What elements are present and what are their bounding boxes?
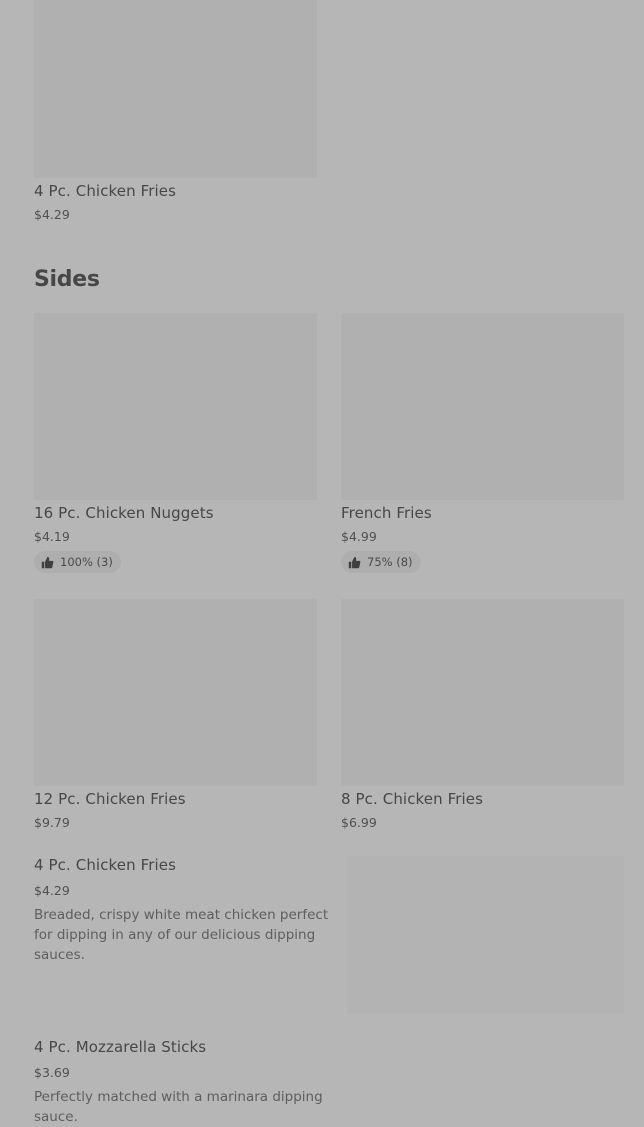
item-image[interactable] bbox=[341, 313, 624, 500]
item-price: $4.99 bbox=[341, 529, 377, 544]
item-description: Perfectly matched with a marinara dippin… bbox=[34, 1089, 323, 1125]
section-heading-sides: Sides bbox=[34, 267, 100, 292]
item-image[interactable] bbox=[34, 599, 317, 786]
item-name[interactable]: 4 Pc. Chicken Fries bbox=[34, 182, 176, 200]
rating-text: 100% (3) bbox=[60, 555, 113, 569]
thumbs-up-icon bbox=[41, 556, 54, 568]
item-name[interactable]: 8 Pc. Chicken Fries bbox=[341, 790, 483, 808]
item-price: $4.19 bbox=[34, 529, 70, 544]
rating-badge: 75% (8) bbox=[341, 551, 421, 573]
item-price: $9.79 bbox=[34, 815, 70, 830]
item-name[interactable]: French Fries bbox=[341, 504, 432, 522]
item-name[interactable]: 4 Pc. Mozzarella Sticks bbox=[34, 1038, 206, 1056]
item-image[interactable] bbox=[34, 313, 317, 500]
item-image[interactable] bbox=[347, 856, 624, 1014]
rating-badge: 100% (3) bbox=[34, 551, 121, 573]
item-name[interactable]: 16 Pc. Chicken Nuggets bbox=[34, 504, 214, 522]
item-price: $4.29 bbox=[34, 207, 70, 222]
item-description: Breaded, crispy white meat chicken perfe… bbox=[34, 907, 329, 963]
item-image[interactable] bbox=[341, 599, 624, 786]
item-name[interactable]: 4 Pc. Chicken Fries bbox=[34, 856, 176, 874]
item-price: $4.29 bbox=[34, 883, 70, 898]
item-image[interactable] bbox=[34, 0, 317, 178]
item-price: $3.69 bbox=[34, 1065, 70, 1080]
rating-text: 75% (8) bbox=[367, 555, 413, 569]
item-price: $6.99 bbox=[341, 815, 377, 830]
item-name[interactable]: 12 Pc. Chicken Fries bbox=[34, 790, 186, 808]
thumbs-up-icon bbox=[348, 556, 361, 568]
